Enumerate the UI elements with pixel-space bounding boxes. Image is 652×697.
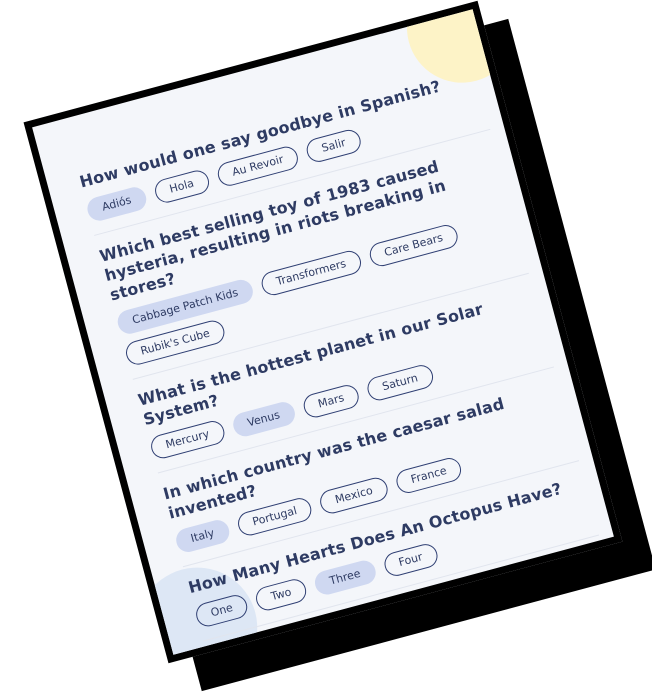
answer-option[interactable]: Three xyxy=(312,558,378,598)
answer-option[interactable]: One xyxy=(193,592,251,630)
stage: How would one say goodbye in Spanish? Ad… xyxy=(0,0,652,697)
answer-option[interactable]: Venus xyxy=(230,399,298,440)
quiz-card: How would one say goodbye in Spanish? Ad… xyxy=(23,0,623,664)
answer-option[interactable]: Hola xyxy=(152,167,212,206)
answer-option[interactable]: Mars xyxy=(300,382,362,421)
answer-option[interactable]: Adiós xyxy=(84,184,149,224)
answer-option[interactable]: Two xyxy=(253,576,309,613)
answer-option[interactable]: Italy xyxy=(173,517,232,555)
answer-option[interactable]: Salir xyxy=(304,127,364,165)
answer-option[interactable]: Four xyxy=(381,541,440,579)
